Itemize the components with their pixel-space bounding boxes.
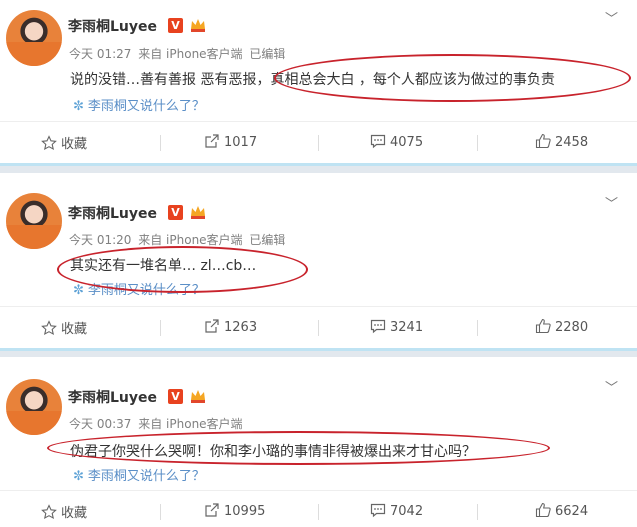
weibo-post-1: 李雨桐Luyee V ﹀ 今天 01:27 来自 iPhone客户端 已编辑 说… xyxy=(0,0,637,163)
post-separator xyxy=(0,163,637,173)
action-bar: 收藏 10995 7042 6624 xyxy=(0,490,637,527)
verified-icon: V xyxy=(168,18,183,33)
post-client: 来自 iPhone客户端 xyxy=(138,233,243,247)
repost-button[interactable]: 10995 xyxy=(204,502,265,519)
author-name[interactable]: 李雨桐Luyee xyxy=(68,387,157,407)
comment-icon xyxy=(370,503,386,518)
chevron-down-icon[interactable]: ﹀ xyxy=(605,193,618,212)
favorite-button[interactable]: 收藏 xyxy=(41,133,87,152)
repost-button[interactable]: 1017 xyxy=(204,133,257,150)
weibo-post-3: 李雨桐Luyee V ﹀ 今天 00:37 来自 iPhone客户端 伪君子你哭… xyxy=(0,357,637,527)
verified-icon: V xyxy=(168,205,183,220)
divider xyxy=(318,320,319,336)
post-client: 来自 iPhone客户端 xyxy=(138,47,243,61)
divider xyxy=(318,135,319,151)
star-icon xyxy=(41,504,57,520)
like-button[interactable]: 2458 xyxy=(535,133,588,150)
annotation-circle xyxy=(47,431,550,465)
share-icon xyxy=(205,319,219,333)
annotation-circle xyxy=(274,54,631,102)
comment-button[interactable]: 7042 xyxy=(370,502,423,519)
asterisk-icon: ✼ xyxy=(73,469,84,484)
thumbs-up-icon xyxy=(535,502,551,518)
author-name[interactable]: 李雨桐Luyee xyxy=(68,203,157,223)
avatar[interactable] xyxy=(6,379,62,435)
annotation-circle xyxy=(57,246,308,293)
chevron-down-icon[interactable]: ﹀ xyxy=(605,8,618,27)
crown-badge-icon xyxy=(191,19,205,32)
crown-badge-icon xyxy=(191,206,205,219)
comment-button[interactable]: 4075 xyxy=(370,133,423,150)
post-separator xyxy=(0,348,637,357)
divider xyxy=(160,320,161,336)
post-meta: 今天 00:37 来自 iPhone客户端 xyxy=(69,415,246,432)
like-button[interactable]: 2280 xyxy=(535,318,588,335)
thumbs-up-icon xyxy=(535,133,551,149)
weibo-post-2: 李雨桐Luyee V ﹀ 今天 01:20 来自 iPhone客户端 已编辑 其… xyxy=(0,173,637,348)
crown-badge-icon xyxy=(191,390,205,403)
favorite-button[interactable]: 收藏 xyxy=(41,318,87,337)
post-meta: 今天 01:27 来自 iPhone客户端 已编辑 xyxy=(69,45,288,62)
comment-icon xyxy=(370,134,386,149)
like-button[interactable]: 6624 xyxy=(535,502,588,519)
avatar[interactable] xyxy=(6,10,62,66)
avatar[interactable] xyxy=(6,193,62,249)
star-icon xyxy=(41,135,57,151)
asterisk-icon: ✼ xyxy=(73,99,84,114)
divider xyxy=(477,320,478,336)
edited-label: 已编辑 xyxy=(249,233,286,247)
source-link[interactable]: ✼ 李雨桐又说什么了？ xyxy=(73,465,205,484)
repost-button[interactable]: 1263 xyxy=(204,318,257,335)
post-time[interactable]: 今天 00:37 xyxy=(69,417,131,431)
chevron-down-icon[interactable]: ﹀ xyxy=(605,377,618,396)
thumbs-up-icon xyxy=(535,318,551,334)
divider xyxy=(477,504,478,520)
asterisk-icon: ✼ xyxy=(73,283,84,298)
action-bar: 收藏 1017 4075 2458 xyxy=(0,121,637,163)
share-icon xyxy=(205,134,219,148)
divider xyxy=(318,504,319,520)
star-icon xyxy=(41,320,57,336)
post-time[interactable]: 今天 01:20 xyxy=(69,233,131,247)
comment-button[interactable]: 3241 xyxy=(370,318,423,335)
verified-icon: V xyxy=(168,389,183,404)
share-icon xyxy=(205,503,219,517)
post-time[interactable]: 今天 01:27 xyxy=(69,47,131,61)
source-link[interactable]: ✼ 李雨桐又说什么了？ xyxy=(73,95,205,114)
comment-icon xyxy=(370,319,386,334)
edited-label: 已编辑 xyxy=(249,47,286,61)
action-bar: 收藏 1263 3241 2280 xyxy=(0,306,637,348)
author-name[interactable]: 李雨桐Luyee xyxy=(68,16,157,36)
divider xyxy=(160,504,161,520)
post-client: 来自 iPhone客户端 xyxy=(138,417,243,431)
divider xyxy=(477,135,478,151)
favorite-button[interactable]: 收藏 xyxy=(41,502,87,521)
divider xyxy=(160,135,161,151)
